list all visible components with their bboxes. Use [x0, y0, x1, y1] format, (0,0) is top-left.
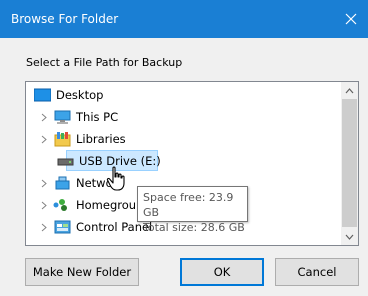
scroll-down-button[interactable] — [341, 228, 358, 245]
tree-item-this-pc[interactable]: This PC — [26, 106, 342, 128]
network-icon — [55, 176, 70, 190]
computer-icon — [54, 110, 71, 124]
tree-item-label: This PC — [76, 110, 119, 124]
close-icon — [345, 13, 357, 25]
make-new-folder-button[interactable]: Make New Folder — [25, 258, 139, 286]
chevron-right-icon[interactable] — [38, 128, 50, 150]
chevron-right-icon[interactable] — [38, 216, 50, 238]
chevron-down-icon — [345, 234, 354, 240]
libraries-icon — [54, 132, 71, 147]
tooltip-space-free: Space free: 23.9 GB — [143, 191, 234, 219]
close-button[interactable] — [334, 0, 368, 38]
desktop-icon — [34, 88, 51, 102]
tree-item-label: Control Panel — [76, 220, 153, 234]
tree-item-label: Desktop — [56, 88, 104, 102]
chevron-right-icon[interactable] — [38, 194, 50, 216]
title-bar: Browse For Folder — [0, 0, 368, 38]
scrollbar-thumb[interactable] — [342, 99, 357, 227]
tree-item-usb-drive[interactable]: USB Drive (E:) — [26, 150, 342, 172]
tooltip-total-size: Total size: 28.6 GB — [143, 221, 245, 234]
chevron-up-icon — [345, 87, 354, 93]
scroll-up-button[interactable] — [341, 82, 358, 99]
dialog-prompt: Select a File Path for Backup — [26, 56, 183, 69]
ok-button[interactable]: OK — [180, 258, 264, 286]
chevron-right-icon[interactable] — [38, 172, 50, 194]
tree-item-desktop[interactable]: Desktop — [26, 84, 342, 106]
homegroup-icon — [53, 199, 67, 211]
tree-item-libraries[interactable]: Libraries — [26, 128, 342, 150]
tree-item-label: Libraries — [76, 132, 126, 146]
control-panel-icon — [54, 220, 71, 234]
cancel-button[interactable]: Cancel — [275, 258, 359, 286]
drive-info-tooltip: Space free: 23.9 GB Total size: 28.6 GB — [137, 186, 248, 234]
window-title: Browse For Folder — [11, 12, 119, 26]
chevron-right-icon[interactable] — [38, 106, 50, 128]
hand-cursor-icon — [106, 166, 125, 191]
tree-item-label: Homegroup — [76, 198, 144, 212]
usb-drive-icon — [57, 158, 74, 166]
vertical-scrollbar[interactable] — [341, 82, 358, 245]
